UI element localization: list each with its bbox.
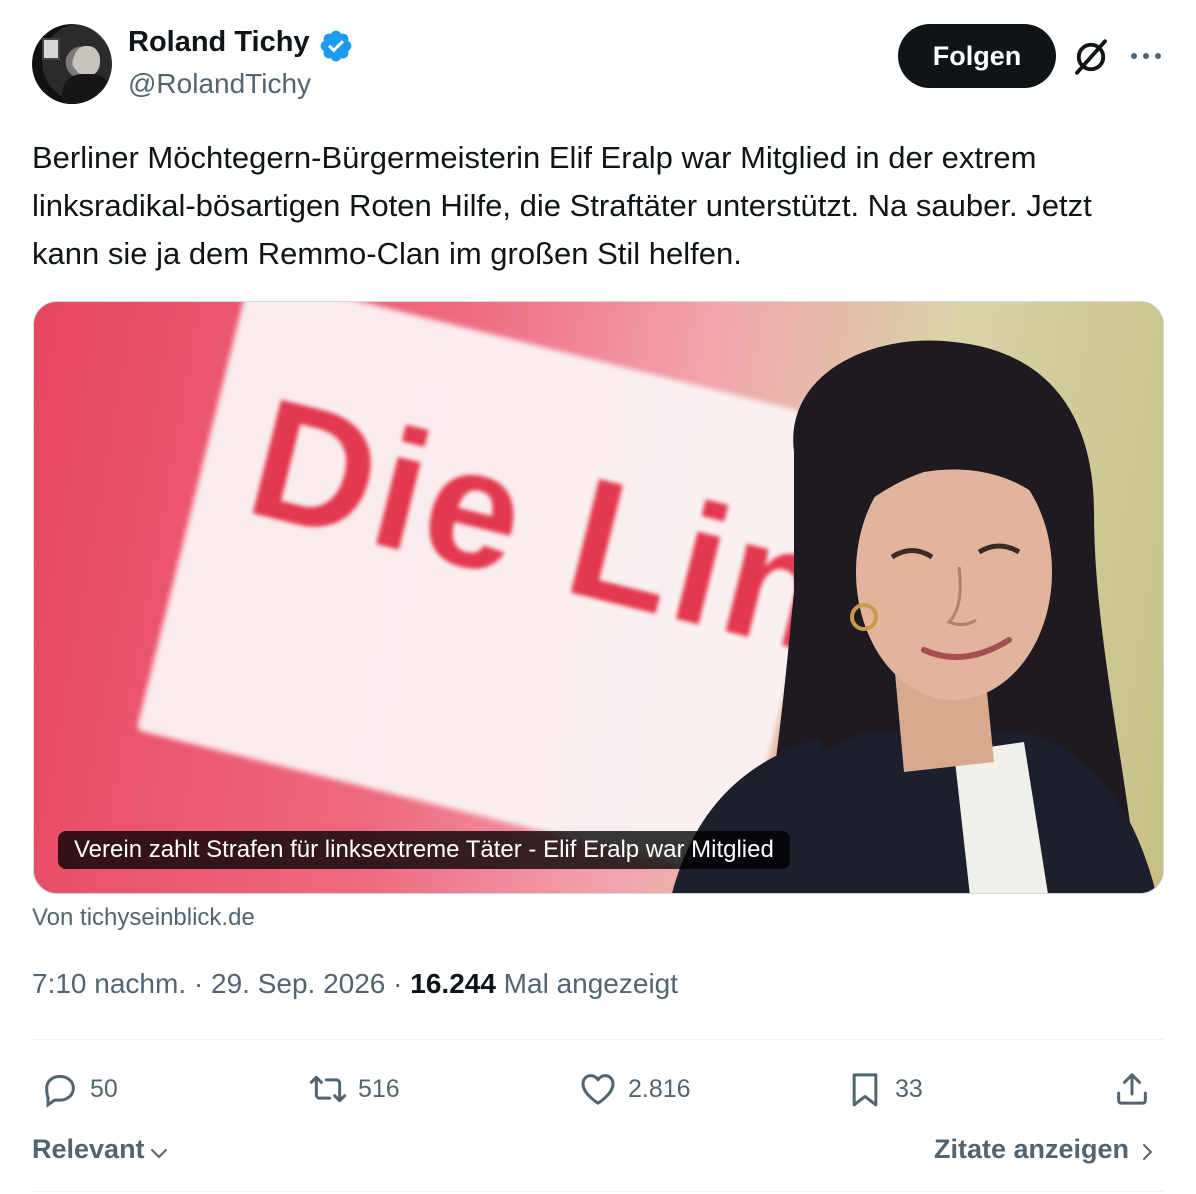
repost-icon [309,1075,347,1103]
link-card-caption: Verein zahlt Strafen für linksextreme Tä… [58,831,790,869]
link-source[interactable]: Von tichyseinblick.de [32,904,255,932]
divider [32,1191,1164,1192]
grok-icon[interactable] [1070,36,1112,78]
reply-button[interactable]: 50 [40,1066,118,1112]
bookmark-icon [852,1073,878,1107]
tweet-meta: 7:10 nachm. · 29. Sep. 2026 · 16.244 Mal… [32,968,678,1000]
repost-button[interactable]: 516 [308,1066,400,1112]
avatar[interactable] [32,24,112,104]
tweet-time[interactable]: 7:10 nachm. [32,968,186,999]
tweet-date[interactable]: 29. Sep. 2026 [211,968,385,999]
avatar-picture-frame [42,38,60,60]
view-quotes-link[interactable]: Zitate anzeigen [934,1134,1159,1165]
like-icon [581,1074,615,1105]
sort-dropdown[interactable]: Relevant [32,1134,171,1165]
follow-button[interactable]: Folgen [898,24,1056,88]
tweet-text: Berliner Möchtegern-Bürgermeisterin Elif… [32,140,1092,271]
bookmark-button[interactable]: 33 [845,1066,923,1112]
share-icon [1117,1073,1147,1105]
chevron-down-icon [150,1148,167,1158]
link-card-image[interactable]: Die Linke Verein zahlt Strafen für links… [33,301,1164,894]
verified-badge-icon[interactable] [318,28,354,64]
like-button[interactable]: 2.816 [578,1066,691,1112]
chevron-right-icon [1143,1143,1153,1160]
like-count: 2.816 [628,1074,691,1103]
reply-count: 50 [90,1074,118,1103]
author-handle[interactable]: @RolandTichy [128,68,311,100]
meta-separator: · [385,968,411,999]
view-quotes-label: Zitate anzeigen [934,1134,1130,1164]
reply-icon [45,1075,75,1108]
meta-separator: · [186,968,211,999]
sort-label: Relevant [32,1134,145,1164]
share-button[interactable] [1112,1066,1162,1112]
view-count: 16.244 [410,968,496,999]
view-count-label: Mal angezeigt [495,968,679,999]
author-name[interactable]: Roland Tichy [128,26,310,59]
repost-count: 516 [358,1074,400,1103]
avatar-suit [62,74,112,104]
image-person [672,340,1156,893]
avatar-face [74,46,100,76]
more-icon[interactable] [1128,44,1164,68]
bookmark-count: 33 [895,1074,923,1103]
divider [32,1039,1164,1040]
